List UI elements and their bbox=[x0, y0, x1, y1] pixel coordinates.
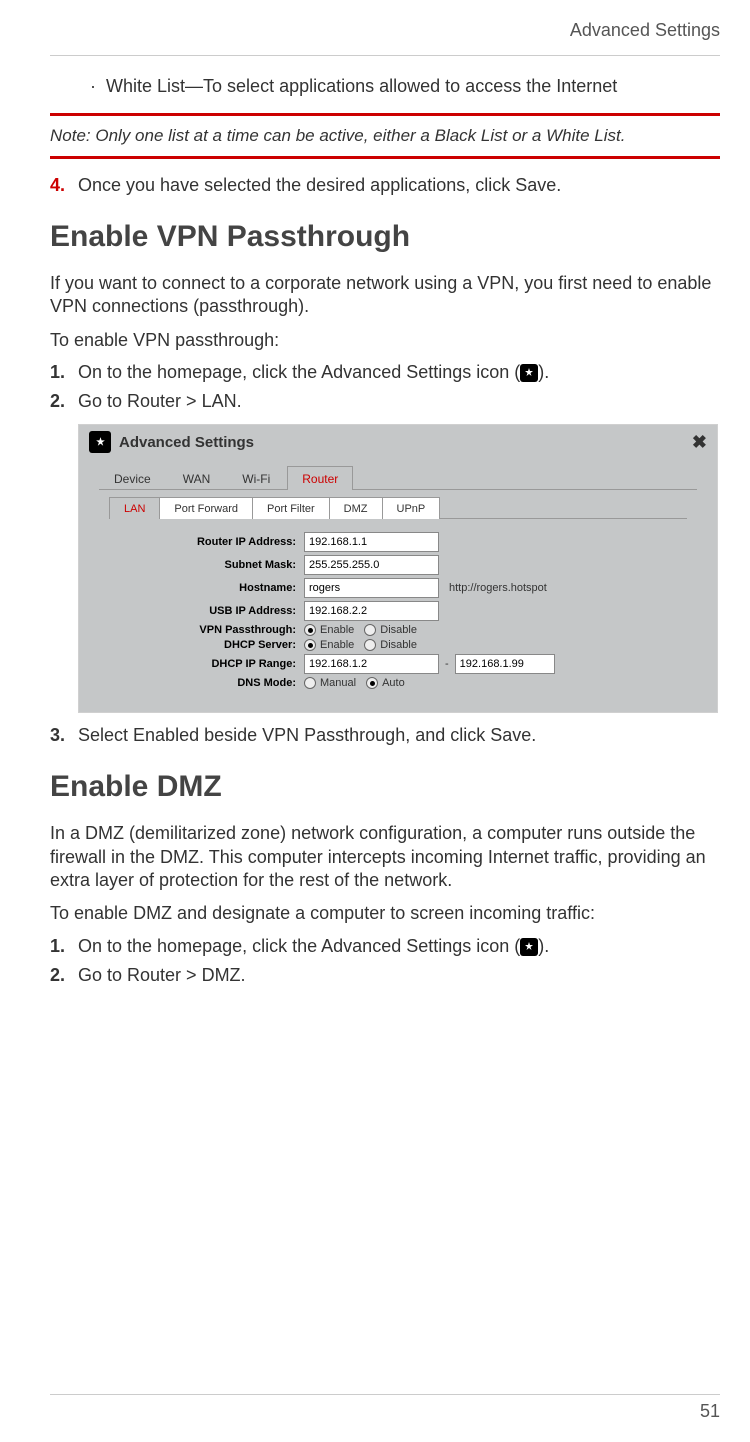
bullet-dash: — bbox=[185, 76, 203, 96]
input-subnet[interactable] bbox=[304, 555, 439, 575]
radio-label: Manual bbox=[320, 677, 356, 689]
vpn-lead: To enable VPN passthrough: bbox=[50, 329, 720, 352]
tab-wan[interactable]: WAN bbox=[168, 466, 226, 490]
step-num: 2. bbox=[50, 965, 78, 986]
main-tabs: Device WAN Wi-Fi Router bbox=[99, 465, 697, 490]
step-num: 1. bbox=[50, 936, 78, 957]
close-icon[interactable]: ✖ bbox=[692, 432, 707, 453]
step-text: Select Enabled beside VPN Passthrough, a… bbox=[78, 725, 536, 746]
step-text-post: ). bbox=[538, 936, 549, 956]
label-usb-ip: USB IP Address: bbox=[89, 605, 304, 617]
step-text-pre: On to the homepage, click the Advanced S… bbox=[78, 936, 520, 956]
step-text-post: ). bbox=[538, 362, 549, 382]
bullet-white-list: · White List—To select applications allo… bbox=[90, 76, 720, 97]
vpn-step-3: 3. Select Enabled beside VPN Passthrough… bbox=[50, 725, 720, 746]
form-area: Router IP Address: Subnet Mask: Hostname… bbox=[79, 519, 717, 712]
page-footer: 51 bbox=[50, 1394, 720, 1422]
step-text: Once you have selected the desired appli… bbox=[78, 175, 561, 196]
vpn-step-2: 2. Go to Router > LAN. bbox=[50, 391, 720, 412]
step-text: Go to Router > LAN. bbox=[78, 391, 242, 412]
radio-dhcp-enable[interactable]: Enable bbox=[304, 639, 354, 651]
bullet-prefix: White List bbox=[106, 76, 185, 96]
dmz-intro: In a DMZ (demilitarized zone) network co… bbox=[50, 822, 720, 892]
vpn-step-1: 1. On to the homepage, click the Advance… bbox=[50, 362, 720, 383]
step-text-pre: On to the homepage, click the Advanced S… bbox=[78, 362, 520, 382]
window-titlebar: Advanced Settings ✖ bbox=[79, 425, 717, 459]
window-title: Advanced Settings bbox=[119, 434, 254, 451]
advanced-settings-icon bbox=[520, 938, 538, 956]
bullet-dot: · bbox=[90, 76, 96, 97]
tab-device[interactable]: Device bbox=[99, 466, 166, 490]
dmz-lead: To enable DMZ and designate a computer t… bbox=[50, 902, 720, 925]
note-text: Only one list at a time can be active, e… bbox=[95, 126, 625, 145]
input-dhcp-to[interactable] bbox=[455, 654, 555, 674]
label-subnet: Subnet Mask: bbox=[89, 559, 304, 571]
range-dash: - bbox=[445, 658, 449, 670]
sub-tabs: LAN Port Forward Port Filter DMZ UPnP bbox=[109, 496, 687, 519]
hostname-url: http://rogers.hotspot bbox=[449, 582, 547, 594]
vpn-intro: If you want to connect to a corporate ne… bbox=[50, 272, 720, 319]
tab-wifi[interactable]: Wi-Fi bbox=[227, 466, 285, 490]
page-header-title: Advanced Settings bbox=[50, 20, 720, 56]
step-num: 2. bbox=[50, 391, 78, 412]
radio-label: Auto bbox=[382, 677, 405, 689]
radio-label: Disable bbox=[380, 624, 417, 636]
step-num: 1. bbox=[50, 362, 78, 383]
step-num: 4. bbox=[50, 175, 78, 196]
radio-dhcp-disable[interactable]: Disable bbox=[364, 639, 417, 651]
heading-enable-dmz: Enable DMZ bbox=[50, 770, 720, 804]
note-box: Note: Only one list at a time can be act… bbox=[50, 113, 720, 159]
radio-label: Enable bbox=[320, 639, 354, 651]
label-dhcp-server: DHCP Server: bbox=[89, 639, 304, 651]
radio-vpn-enable[interactable]: Enable bbox=[304, 624, 354, 636]
radio-label: Enable bbox=[320, 624, 354, 636]
input-dhcp-from[interactable] bbox=[304, 654, 439, 674]
subtab-lan[interactable]: LAN bbox=[109, 497, 160, 519]
dmz-step-2: 2. Go to Router > DMZ. bbox=[50, 965, 720, 986]
subtab-port-forward[interactable]: Port Forward bbox=[160, 497, 253, 519]
page-number: 51 bbox=[700, 1401, 720, 1421]
heading-enable-vpn: Enable VPN Passthrough bbox=[50, 220, 720, 254]
radio-dns-auto[interactable]: Auto bbox=[366, 677, 405, 689]
step-4: 4. Once you have selected the desired ap… bbox=[50, 175, 720, 196]
bullet-text: To select applications allowed to access… bbox=[203, 76, 617, 96]
subtab-dmz[interactable]: DMZ bbox=[330, 497, 383, 519]
input-router-ip[interactable] bbox=[304, 532, 439, 552]
radio-dns-manual[interactable]: Manual bbox=[304, 677, 356, 689]
advanced-settings-icon bbox=[520, 364, 538, 382]
subtab-port-filter[interactable]: Port Filter bbox=[253, 497, 330, 519]
radio-label: Disable bbox=[380, 639, 417, 651]
tab-router[interactable]: Router bbox=[287, 466, 353, 490]
subtab-upnp[interactable]: UPnP bbox=[383, 497, 441, 519]
radio-vpn-disable[interactable]: Disable bbox=[364, 624, 417, 636]
advanced-settings-icon bbox=[89, 431, 111, 453]
label-dhcp-range: DHCP IP Range: bbox=[89, 658, 304, 670]
label-vpn-passthrough: VPN Passthrough: bbox=[89, 624, 304, 636]
step-text: Go to Router > DMZ. bbox=[78, 965, 246, 986]
dmz-step-1: 1. On to the homepage, click the Advance… bbox=[50, 936, 720, 957]
label-router-ip: Router IP Address: bbox=[89, 536, 304, 548]
note-label: Note: bbox=[50, 126, 91, 145]
step-num: 3. bbox=[50, 725, 78, 746]
label-hostname: Hostname: bbox=[89, 582, 304, 594]
input-usb-ip[interactable] bbox=[304, 601, 439, 621]
label-dns-mode: DNS Mode: bbox=[89, 677, 304, 689]
input-hostname[interactable] bbox=[304, 578, 439, 598]
screenshot-advanced-settings: Advanced Settings ✖ Device WAN Wi-Fi Rou… bbox=[78, 424, 718, 713]
